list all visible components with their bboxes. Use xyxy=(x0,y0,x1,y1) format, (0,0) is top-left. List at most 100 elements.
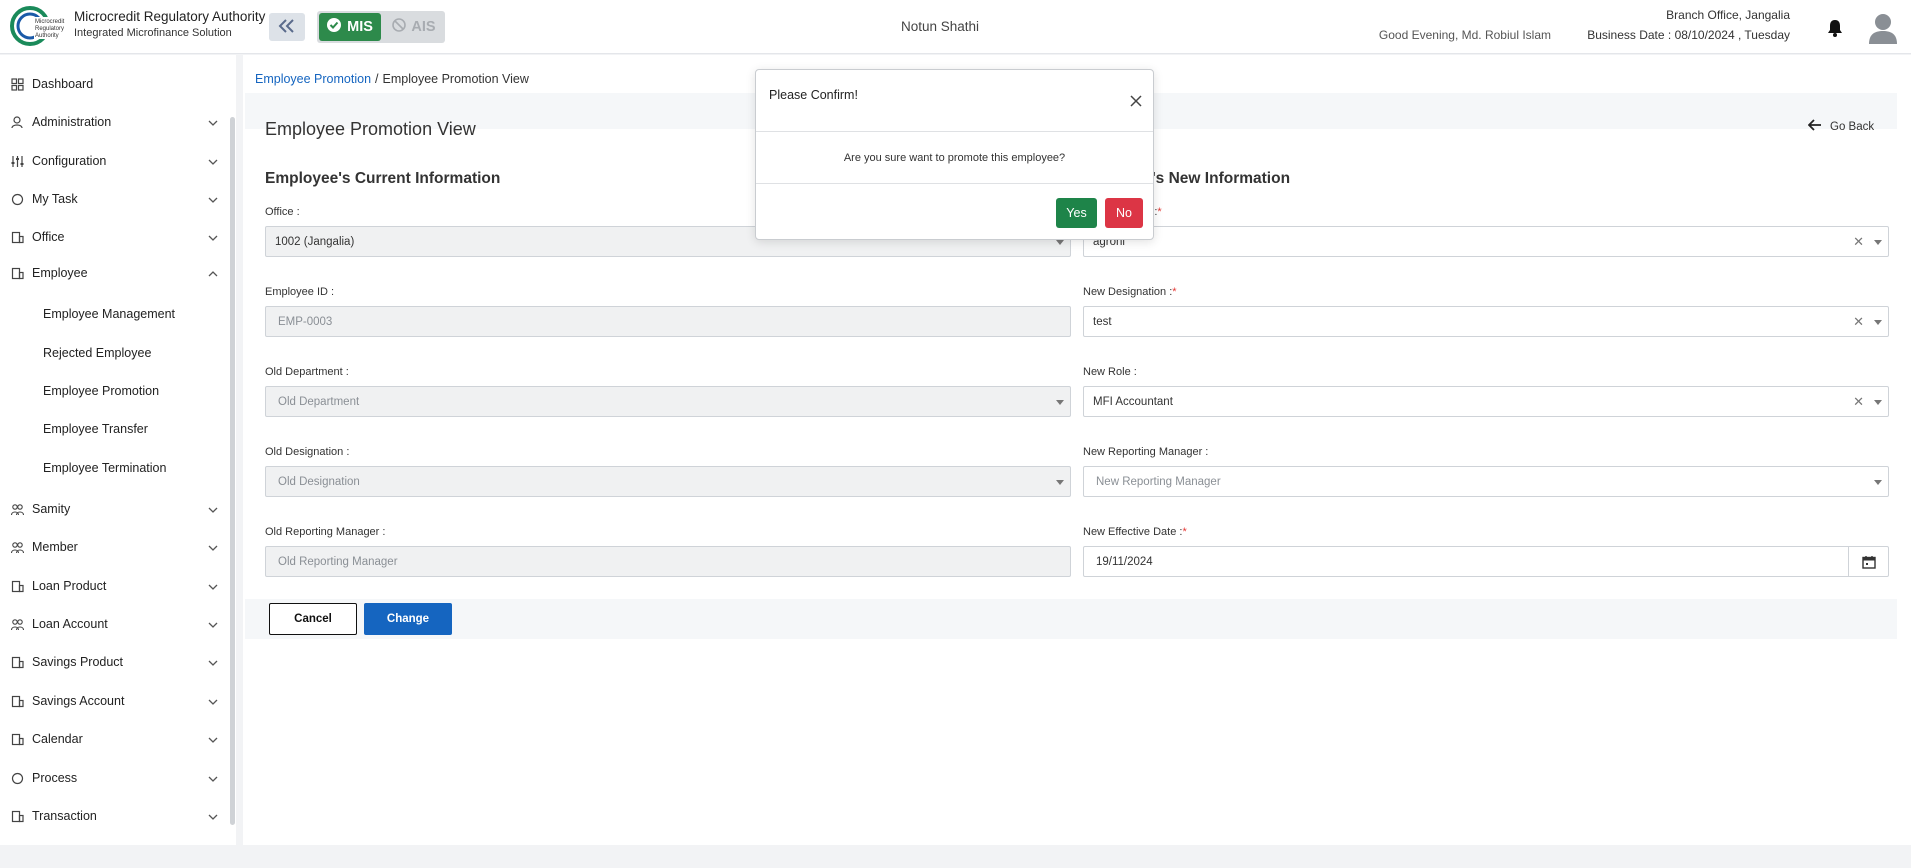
sidebar-item-employee[interactable]: Employee xyxy=(0,259,226,287)
caret-down-icon xyxy=(1874,480,1882,485)
new-effective-date-input[interactable]: 19/11/2024 xyxy=(1083,546,1889,577)
new-department-select[interactable]: agroni ✕ xyxy=(1083,226,1889,257)
new-role-select[interactable]: MFI Accountant ✕ xyxy=(1083,386,1889,417)
sidebar-item-label: Administration xyxy=(32,115,112,129)
sidebar-item-label: Employee xyxy=(32,266,88,280)
check-circle-icon xyxy=(327,18,342,36)
group-icon xyxy=(10,541,25,554)
sidebar-item-label: Savings Product xyxy=(32,655,124,669)
building-icon xyxy=(11,695,24,708)
old-department-label: Old Department : xyxy=(265,366,349,378)
old-designation-select[interactable]: Old Designation xyxy=(265,466,1071,497)
old-department-placeholder: Old Department xyxy=(278,396,360,408)
top-header: Microcredit Regulatory Authority Microcr… xyxy=(0,0,1911,54)
new-effective-date-value: 19/11/2024 xyxy=(1096,556,1153,568)
chevron-down-icon xyxy=(208,194,218,204)
org-name: Microcredit Regulatory Authority xyxy=(74,9,266,24)
go-back-button[interactable]: Go Back xyxy=(1807,119,1874,134)
chevron-down-icon xyxy=(208,696,218,706)
sidebar-item-savings-account[interactable]: Savings Account xyxy=(0,687,226,715)
sidebar-collapse-button[interactable] xyxy=(269,13,305,41)
sidebar-item-my-task[interactable]: My Task xyxy=(0,185,226,213)
sidebar-item-savings-product[interactable]: Savings Product xyxy=(0,648,226,676)
sidebar-subitem-rejected-employee[interactable]: Rejected Employee xyxy=(0,339,226,367)
chevron-down-icon xyxy=(208,232,218,242)
sidebar-subitem-employee-management[interactable]: Employee Management xyxy=(0,300,226,328)
svg-text:Microcredit: Microcredit xyxy=(35,19,65,25)
sidebar-item-label: Office xyxy=(32,230,65,244)
current-info-title: Employee's Current Information xyxy=(265,170,501,187)
sidebar-item-process[interactable]: Process xyxy=(0,764,226,792)
old-reporting-manager-label: Old Reporting Manager : xyxy=(265,526,386,538)
sidebar-subitem-label: Employee Termination xyxy=(43,461,167,475)
old-reporting-manager-field[interactable]: Old Reporting Manager xyxy=(265,546,1071,577)
clear-icon[interactable]: ✕ xyxy=(1853,314,1864,330)
dialog-divider xyxy=(756,183,1153,184)
user-avatar-icon[interactable] xyxy=(1868,12,1898,44)
sidebar-subitem-employee-termination[interactable]: Employee Termination xyxy=(0,454,226,482)
sidebar-item-transaction[interactable]: Transaction xyxy=(0,802,226,830)
chevron-down-icon xyxy=(208,773,218,783)
building-icon xyxy=(11,656,24,669)
caret-down-icon xyxy=(1056,240,1064,245)
circle-icon xyxy=(11,193,24,206)
mra-logo-icon: Microcredit Regulatory Authority xyxy=(9,5,68,47)
dialog-title: Please Confirm! xyxy=(769,88,858,102)
new-role-label: New Role : xyxy=(1083,366,1137,378)
cancel-button[interactable]: Cancel xyxy=(269,603,357,635)
sidebar-item-label: Transaction xyxy=(32,809,97,823)
calendar-icon[interactable] xyxy=(1848,547,1888,576)
caret-down-icon xyxy=(1056,480,1064,485)
dialog-divider xyxy=(756,131,1153,132)
business-date: Business Date : 08/10/2024 , Tuesday xyxy=(1587,28,1790,42)
sidebar-subitem-employee-promotion[interactable]: Employee Promotion xyxy=(0,377,226,405)
chevron-down-icon xyxy=(208,811,218,821)
group-icon xyxy=(10,618,25,631)
sidebar-subitem-label: Employee Management xyxy=(43,307,176,321)
old-designation-placeholder: Old Designation xyxy=(278,476,360,488)
sidebar-item-dashboard[interactable]: Dashboard xyxy=(0,70,226,98)
new-designation-select[interactable]: test ✕ xyxy=(1083,306,1889,337)
ais-module-button[interactable]: AIS xyxy=(385,13,443,41)
employee-id-field[interactable]: EMP-0003 xyxy=(265,306,1071,337)
mis-module-button[interactable]: MIS xyxy=(319,13,381,41)
svg-text:Regulatory: Regulatory xyxy=(35,26,64,32)
new-reporting-manager-select[interactable]: New Reporting Manager xyxy=(1083,466,1889,497)
org-subtitle: Integrated Microfinance Solution xyxy=(74,27,232,39)
page-title: Employee Promotion View xyxy=(265,119,476,139)
sidebar-item-loan-account[interactable]: Loan Account xyxy=(0,610,226,638)
sidebar-item-configuration[interactable]: Configuration xyxy=(0,147,226,175)
clear-icon[interactable]: ✕ xyxy=(1853,394,1864,410)
no-button[interactable]: No xyxy=(1105,198,1143,228)
change-button[interactable]: Change xyxy=(364,603,452,635)
building-icon xyxy=(11,267,24,280)
caret-down-icon xyxy=(1056,400,1064,405)
building-icon xyxy=(11,733,24,746)
caret-down-icon xyxy=(1874,400,1882,405)
new-role-value: MFI Accountant xyxy=(1093,396,1173,408)
clear-icon[interactable]: ✕ xyxy=(1853,234,1864,250)
sidebar-subitem-employee-transfer[interactable]: Employee Transfer xyxy=(0,415,226,443)
dialog-message: Are you sure want to promote this employ… xyxy=(843,152,1066,164)
sidebar-item-samity[interactable]: Samity xyxy=(0,495,226,523)
chevron-down-icon xyxy=(208,581,218,591)
sidebar-item-administration[interactable]: Administration xyxy=(0,108,226,136)
close-icon[interactable] xyxy=(1129,94,1143,108)
yes-button[interactable]: Yes xyxy=(1056,198,1097,228)
sidebar-scrollbar[interactable] xyxy=(230,117,235,825)
user-gear-icon xyxy=(11,116,24,129)
sidebar-item-loan-product[interactable]: Loan Product xyxy=(0,572,226,600)
breadcrumb-link[interactable]: Employee Promotion xyxy=(255,72,371,86)
old-reporting-manager-placeholder: Old Reporting Manager xyxy=(278,556,398,568)
sidebar-item-office[interactable]: Office xyxy=(0,223,226,251)
module-switch: MIS AIS xyxy=(317,11,445,43)
old-department-select[interactable]: Old Department xyxy=(265,386,1071,417)
sidebar: Dashboard Administration Configuration M… xyxy=(0,55,236,845)
sidebar-item-label: Dashboard xyxy=(32,77,94,91)
sidebar-subitem-label: Rejected Employee xyxy=(43,346,152,360)
arrow-left-icon xyxy=(1807,119,1822,134)
breadcrumb: Employee Promotion / Employee Promotion Vi… xyxy=(255,72,529,86)
sidebar-item-calendar[interactable]: Calendar xyxy=(0,725,226,753)
sidebar-item-member[interactable]: Member xyxy=(0,533,226,561)
bell-icon[interactable] xyxy=(1826,18,1844,38)
